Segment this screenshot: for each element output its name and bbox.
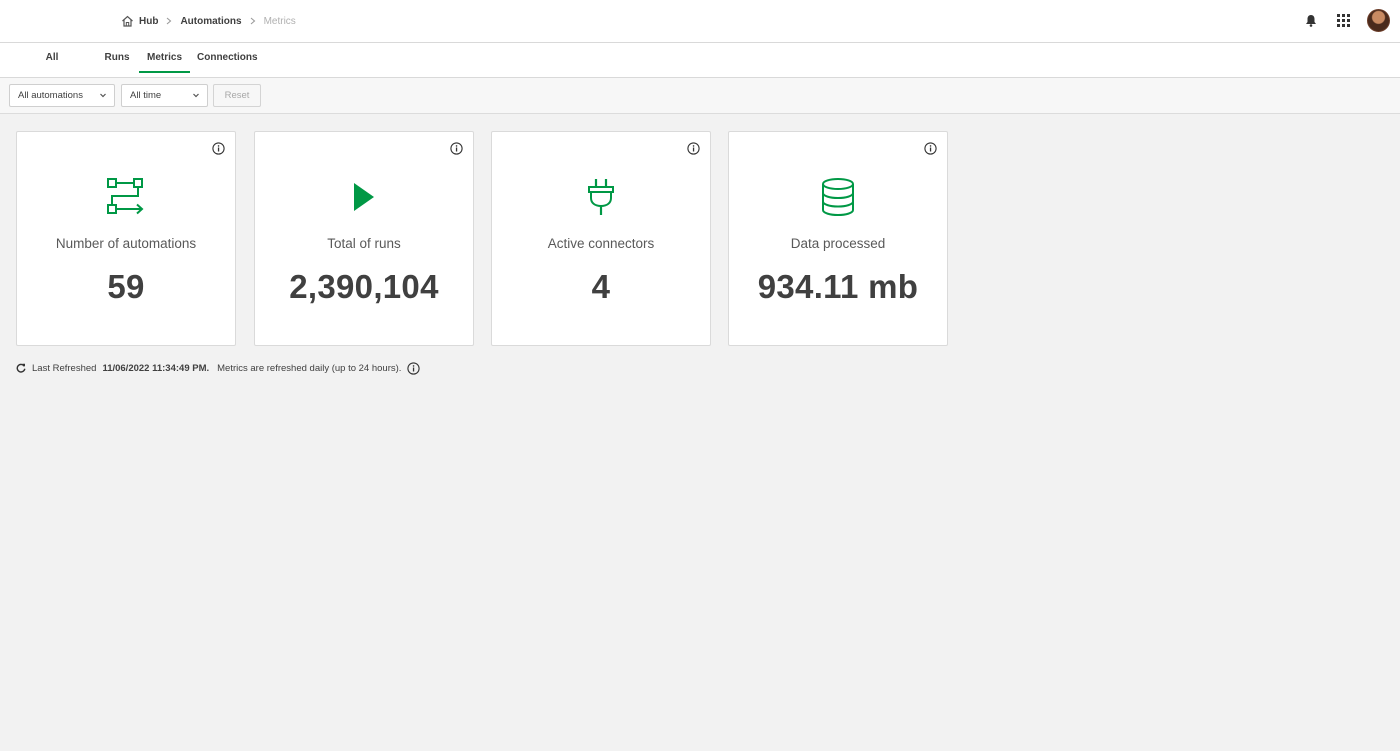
metric-card-data: Data processed 934.11 mb xyxy=(728,131,948,346)
tab-bar: All automations Runs Metrics Connections xyxy=(0,43,1400,93)
refresh-prefix: Last Refreshed xyxy=(32,362,97,374)
info-icon[interactable] xyxy=(924,142,937,155)
tab-connections[interactable]: Connections xyxy=(197,43,258,73)
bell-icon[interactable] xyxy=(1303,12,1319,28)
home-icon xyxy=(121,15,134,27)
breadcrumb-metrics: Metrics xyxy=(263,15,296,27)
metric-card-runs: Total of runs 2,390,104 xyxy=(254,131,474,346)
play-icon xyxy=(344,177,384,217)
breadcrumb: Hub Automations Metrics xyxy=(121,12,296,30)
metric-value: 934.11 mb xyxy=(757,268,919,305)
info-icon[interactable] xyxy=(450,142,463,155)
plug-icon xyxy=(581,177,621,217)
breadcrumb-hub-label: Hub xyxy=(139,15,159,27)
info-icon[interactable] xyxy=(212,142,225,155)
automation-filter-select[interactable]: All automations xyxy=(9,84,115,107)
metric-value: 59 xyxy=(107,268,145,305)
refresh-note: Metrics are refreshed daily (up to 24 ho… xyxy=(217,362,402,374)
chevron-down-icon xyxy=(99,85,107,114)
header-actions xyxy=(1303,8,1390,32)
info-icon[interactable] xyxy=(407,361,421,375)
metric-card-automations: Number of automations 59 xyxy=(16,131,236,346)
reset-button[interactable]: Reset xyxy=(213,84,261,107)
metric-label: Data processed xyxy=(790,236,886,251)
metric-value: 2,390,104 xyxy=(289,268,439,305)
database-icon xyxy=(818,177,858,217)
time-filter-value: All time xyxy=(130,90,162,101)
tab-metrics[interactable]: Metrics xyxy=(139,43,190,73)
refresh-icon[interactable] xyxy=(16,363,26,373)
breadcrumb-automations[interactable]: Automations xyxy=(180,16,241,27)
chevron-down-icon xyxy=(192,85,200,114)
metric-card-connectors: Active connectors 4 xyxy=(491,131,711,346)
refresh-status: Last Refreshed 11/06/2022 11:34:49 PM. M… xyxy=(16,360,421,376)
metric-label: Total of runs xyxy=(327,236,401,251)
chevron-right-icon xyxy=(166,17,172,25)
top-bar: Hub Automations Metrics xyxy=(0,0,1400,43)
info-icon[interactable] xyxy=(687,142,700,155)
filter-bar: All automations All time Reset xyxy=(0,78,1400,114)
tab-runs[interactable]: Runs xyxy=(104,43,130,73)
chevron-right-icon xyxy=(250,17,256,25)
automation-filter-value: All automations xyxy=(18,90,83,101)
avatar[interactable] xyxy=(1367,8,1390,32)
metric-value: 4 xyxy=(591,268,611,305)
flow-icon xyxy=(106,177,146,217)
breadcrumb-hub[interactable]: Hub xyxy=(121,15,158,27)
refresh-timestamp: 11/06/2022 11:34:49 PM. xyxy=(102,362,210,374)
time-filter-select[interactable]: All time xyxy=(121,84,208,107)
metric-label: Number of automations xyxy=(55,236,197,251)
tab-all-automations[interactable]: All automations xyxy=(16,43,88,93)
metric-label: Active connectors xyxy=(547,236,655,251)
app-grid-icon[interactable] xyxy=(1335,12,1351,28)
